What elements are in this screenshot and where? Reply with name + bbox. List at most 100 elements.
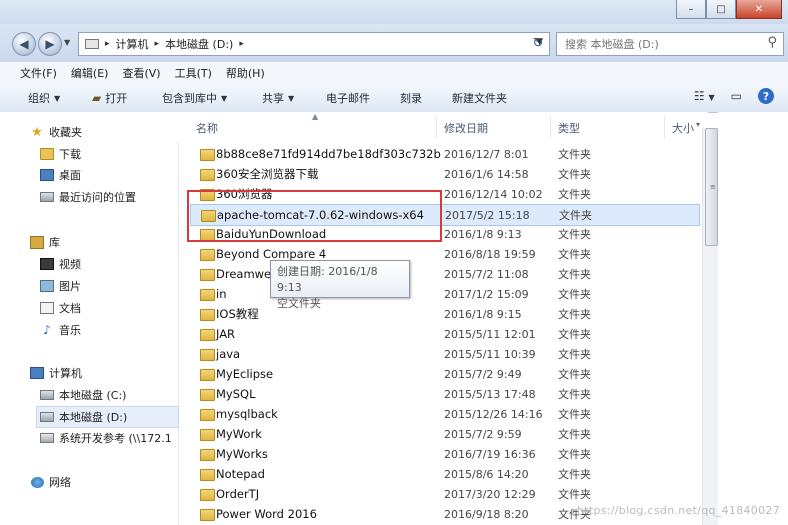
back-button[interactable]: ◀ <box>12 32 36 56</box>
table-row[interactable]: in 2017/1/2 15:09 文件夹 <box>190 284 706 304</box>
recent-pages-dropdown[interactable]: ▼ <box>64 38 70 47</box>
sidebar-item-libraries[interactable]: 库 <box>30 232 60 252</box>
table-row[interactable]: MyEclipse 2015/7/2 9:49 文件夹 <box>190 364 706 384</box>
column-date[interactable]: 修改日期 <box>444 120 488 136</box>
share-button[interactable]: 共享 ▼ <box>262 90 294 106</box>
breadcrumb-separator[interactable]: ▸ <box>105 39 110 49</box>
sidebar-item-favorites[interactable]: ★ 收藏夹 <box>30 122 82 142</box>
refresh-icon[interactable]: ↻ <box>528 32 548 54</box>
maximize-button[interactable]: □ <box>706 0 736 19</box>
sidebar-item-drive-d[interactable]: 本地磁盘 (D:) <box>36 406 179 428</box>
sidebar-item-label: 网络 <box>49 476 71 489</box>
sidebar-item-label: 文档 <box>59 302 81 315</box>
sidebar-item-computer[interactable]: 计算机 <box>30 363 82 383</box>
sidebar-item-pictures[interactable]: 图片 <box>40 276 81 296</box>
table-row[interactable]: OrderTJ 2017/3/20 12:29 文件夹 <box>190 484 706 504</box>
scrollbar-thumb[interactable]: ≡ <box>705 128 718 246</box>
file-name: Power Word 2016 <box>216 507 317 521</box>
column-name[interactable]: 名称 <box>196 120 218 136</box>
table-row[interactable]: java 2015/5/11 10:39 文件夹 <box>190 344 706 364</box>
email-button[interactable]: 电子邮件 <box>326 90 370 106</box>
sidebar-item-documents[interactable]: 文档 <box>40 298 81 318</box>
help-icon[interactable]: ? <box>758 88 774 104</box>
sidebar-item-network[interactable]: 网络 <box>30 472 71 492</box>
star-icon: ★ <box>31 124 43 140</box>
chevron-down-icon: ▼ <box>221 93 228 103</box>
desktop-icon <box>40 169 54 181</box>
open-button[interactable]: ▰ 打开 <box>92 90 127 106</box>
column-size[interactable]: 大小 <box>672 120 694 136</box>
minimize-button[interactable]: – <box>676 0 706 19</box>
table-row[interactable]: Notepad 2015/8/6 14:20 文件夹 <box>190 464 706 484</box>
file-type: 文件夹 <box>558 288 591 301</box>
table-row[interactable]: 8b88ce8e71fd914dd7be18df303c732b 2016/12/… <box>190 144 706 164</box>
file-name: 360安全浏览器下载 <box>216 167 319 181</box>
column-divider[interactable] <box>664 116 665 138</box>
file-type: 文件夹 <box>558 448 591 461</box>
include-in-library-button[interactable]: 包含到库中 ▼ <box>162 90 227 106</box>
sidebar-item-network-drive[interactable]: 系统开发参考 (\\172.1 <box>40 428 172 448</box>
menu-help[interactable]: 帮助(H) <box>226 65 265 81</box>
window-controls: – □ ✕ <box>676 0 782 19</box>
breadcrumb-drive-d[interactable]: 本地磁盘 (D:) <box>165 36 233 52</box>
table-row[interactable]: Dreamweaver 2015/7/2 11:08 文件夹 <box>190 264 706 284</box>
column-type[interactable]: 类型 <box>558 120 580 136</box>
table-row[interactable]: JAR 2015/5/11 12:01 文件夹 <box>190 324 706 344</box>
right-margin <box>718 112 788 525</box>
menu-tools[interactable]: 工具(T) <box>175 65 212 81</box>
grip-icon: ≡ <box>710 183 716 191</box>
table-row[interactable]: MySQL 2015/5/13 17:48 文件夹 <box>190 384 706 404</box>
organize-button[interactable]: 组织 ▼ <box>28 90 60 106</box>
folder-icon <box>40 148 54 160</box>
table-row[interactable]: MyWork 2015/7/2 9:59 文件夹 <box>190 424 706 444</box>
folder-icon <box>200 309 215 321</box>
sidebar-item-recent[interactable]: 最近访问的位置 <box>40 187 136 207</box>
back-arrow-icon: ◀ <box>19 37 29 51</box>
sidebar-item-label: 本地磁盘 (C:) <box>59 389 127 402</box>
breadcrumb-computer[interactable]: 计算机 <box>116 36 149 52</box>
preview-pane-icon[interactable]: ▭ <box>731 89 742 103</box>
table-row[interactable]: MyWorks 2016/7/19 16:36 文件夹 <box>190 444 706 464</box>
burn-label: 刻录 <box>400 92 422 105</box>
breadcrumb-separator[interactable]: ▸ <box>239 39 244 49</box>
change-view-icon[interactable]: ☷ ▼ <box>694 89 715 103</box>
address-bar[interactable]: ▸ 计算机 ▸ 本地磁盘 (D:) ▸ ▼ <box>78 32 550 56</box>
file-name: Notepad <box>216 467 265 481</box>
menu-view[interactable]: 查看(V) <box>122 65 160 81</box>
table-row[interactable]: IOS教程 2016/1/8 9:15 文件夹 <box>190 304 706 324</box>
file-name: IOS教程 <box>216 307 259 321</box>
search-icon[interactable]: ⚲ <box>767 35 777 50</box>
table-row[interactable]: mysqlback 2015/12/26 14:16 文件夹 <box>190 404 706 424</box>
email-label: 电子邮件 <box>326 92 370 105</box>
sidebar-item-label: 本地磁盘 (D:) <box>59 411 128 424</box>
sidebar-item-label: 最近访问的位置 <box>59 191 136 204</box>
sidebar-item-desktop[interactable]: 桌面 <box>40 165 81 185</box>
breadcrumb-separator[interactable]: ▸ <box>155 39 160 49</box>
column-divider[interactable] <box>550 116 551 138</box>
sidebar-item-label: 库 <box>49 236 60 249</box>
file-name: java <box>216 347 241 361</box>
close-button[interactable]: ✕ <box>736 0 782 19</box>
table-row[interactable]: Beyond Compare 4 2016/8/18 19:59 文件夹 <box>190 244 706 264</box>
burn-button[interactable]: 刻录 <box>400 90 422 106</box>
menu-file[interactable]: 文件(F) <box>20 65 57 81</box>
forward-button[interactable]: ▶ <box>38 32 62 56</box>
sidebar-item-drive-c[interactable]: 本地磁盘 (C:) <box>40 385 126 405</box>
new-folder-button[interactable]: 新建文件夹 <box>452 90 507 106</box>
sidebar-item-videos[interactable]: 视频 <box>40 254 81 274</box>
file-date: 2017/1/2 15:09 <box>444 287 529 301</box>
search-box[interactable]: ⚲ <box>556 32 784 56</box>
file-date: 2016/7/19 16:36 <box>444 447 536 461</box>
file-date: 2015/5/11 12:01 <box>444 327 536 341</box>
sidebar-item-music[interactable]: ♪ 音乐 <box>40 320 81 340</box>
search-input[interactable] <box>563 33 757 55</box>
vertical-scrollbar[interactable]: ≡ <box>702 128 719 525</box>
file-name: MyEclipse <box>216 367 274 381</box>
column-divider[interactable] <box>436 116 437 138</box>
tooltip-created-date: 创建日期: 2016/1/8 9:13 <box>277 265 378 294</box>
file-date: 2017/5/2 15:18 <box>445 208 530 222</box>
table-row[interactable]: 360安全浏览器下载 2016/1/6 14:58 文件夹 <box>190 164 706 184</box>
sidebar-item-downloads[interactable]: 下载 <box>40 144 81 164</box>
menu-edit[interactable]: 编辑(E) <box>71 65 109 81</box>
tooltip: 创建日期: 2016/1/8 9:13 空文件夹 <box>270 260 410 310</box>
